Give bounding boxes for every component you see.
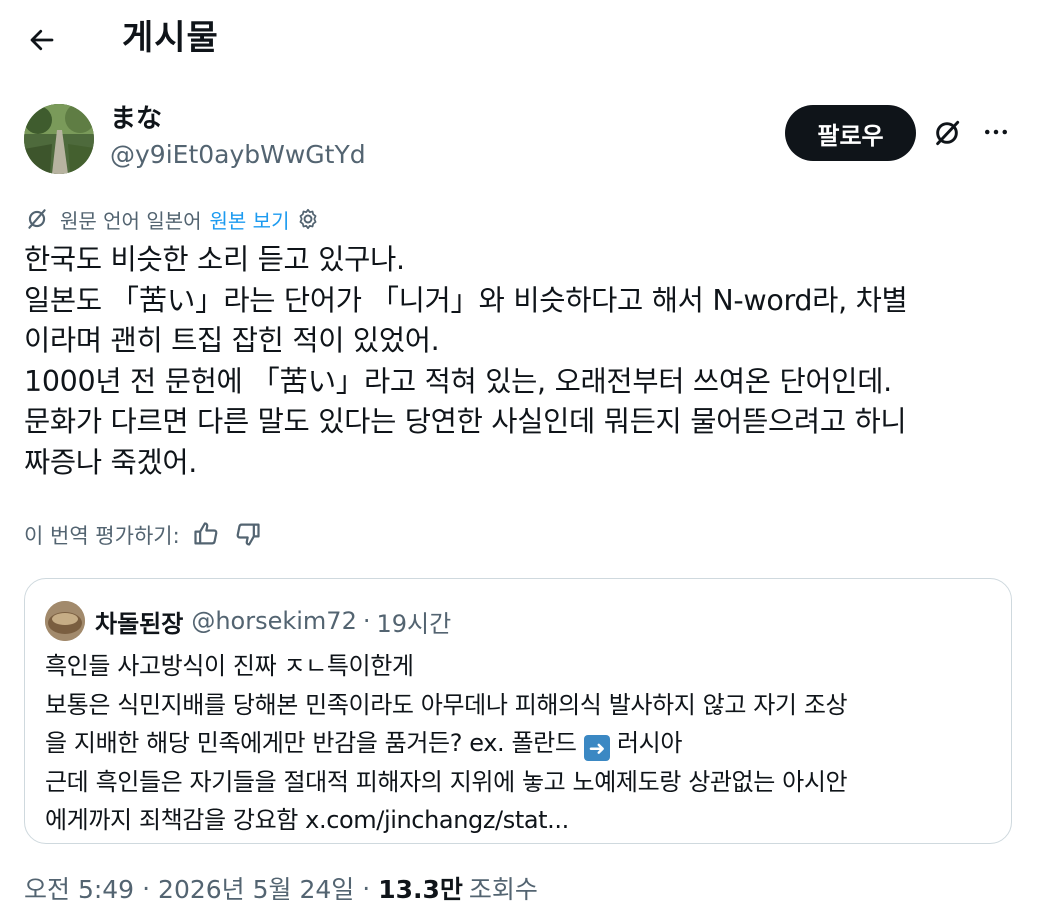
meta-separator-2: ·: [362, 873, 371, 903]
meta-separator: ·: [142, 873, 151, 903]
quoted-avatar-image: [45, 601, 85, 641]
rate-translation: 이 번역 평가하기:: [24, 518, 264, 552]
quoted-display-name: 차돌된장: [95, 609, 184, 638]
rate-translation-label: 이 번역 평가하기:: [24, 524, 180, 548]
gear-icon: [300, 208, 317, 230]
quoted-line-1: 흑인들 사고방식이 진짜 ㅈㄴ특이한게: [45, 652, 414, 680]
page-title: 게시물: [122, 18, 219, 58]
views-count: 13.3만: [378, 875, 463, 904]
grok-icon: [936, 120, 960, 146]
thumbs-down-button[interactable]: [234, 520, 264, 550]
quoted-line-5: 에게까지 죄책감을 강요함 x.com/jinchangz/stat...: [45, 806, 569, 834]
quoted-line-3a: 을 지배한 해당 민족에게만 반감을 품거든? ex. 폴란드: [45, 729, 584, 757]
right-arrow-emoji-icon: ➜: [583, 735, 610, 761]
quoted-time: 19시간: [376, 609, 452, 638]
avatar[interactable]: [24, 104, 94, 174]
grok-button[interactable]: [928, 114, 966, 152]
quoted-line-2: 보통은 식민지배를 당해본 민족이라도 아무데나 피해의식 발사하지 않고 자기…: [45, 690, 848, 719]
avatar-image: [24, 104, 94, 174]
tweet-date[interactable]: 2026년 5월 24일: [158, 870, 354, 906]
back-button[interactable]: [22, 20, 62, 60]
quoted-tweet-text: 흑인들 사고방식이 진짜 ㅈㄴ특이한게 보통은 식민지배를 당해본 민족이라도 …: [45, 647, 1000, 840]
author-handle[interactable]: @y9iEt0aybWwGtYd: [110, 138, 366, 172]
quoted-line-4: 근데 흑인들은 자기들을 절대적 피해자의 지위에 놓고 노예제도랑 상관없는 …: [45, 767, 848, 796]
author-names: まな @y9iEt0aybWwGtYd: [110, 102, 366, 172]
quoted-separator: ·: [362, 607, 371, 635]
thumbs-down-icon: [236, 523, 260, 546]
quoted-tweet-card[interactable]: 차돌된장 @horsekim72 · 19시간 흑인들 사고방식이 진짜 ㅈㄴ특…: [24, 578, 1012, 844]
translation-note: 원문 언어 일본어 원본 보기: [24, 204, 321, 234]
tweet-text: 한국도 비슷한 소리 듣고 있구나. 일본도 「苦い」라는 단어가 「니거」와 …: [24, 243, 908, 479]
quoted-avatar: [45, 601, 85, 641]
more-icon: [985, 129, 1007, 135]
more-button[interactable]: [976, 112, 1016, 152]
arrow-left-icon: [30, 29, 54, 51]
top-bar: 게시물: [0, 0, 1040, 78]
quoted-tweet-header: 차돌된장 @horsekim72 · 19시간: [45, 601, 451, 641]
translation-source-text: 원문 언어 일본어: [60, 208, 202, 233]
quoted-handle: @horsekim72: [191, 607, 357, 635]
translation-settings-button[interactable]: [295, 206, 321, 232]
author-row: まな @y9iEt0aybWwGtYd 팔로우: [0, 96, 1040, 186]
show-original-link[interactable]: 원본 보기: [210, 205, 290, 234]
author-display-name[interactable]: まな: [110, 102, 366, 136]
thumbs-up-button[interactable]: [192, 520, 222, 550]
quoted-line-3b: 러시아: [609, 729, 683, 757]
translate-icon: [24, 206, 50, 232]
tweet-meta: 오전 5:49 · 2026년 5월 24일 · 13.3만 조회수: [24, 868, 538, 908]
views-label: 조회수: [468, 875, 538, 904]
tweet-time[interactable]: 오전 5:49: [24, 870, 134, 906]
thumbs-up-icon: [194, 522, 218, 545]
follow-button[interactable]: 팔로우: [785, 105, 916, 161]
